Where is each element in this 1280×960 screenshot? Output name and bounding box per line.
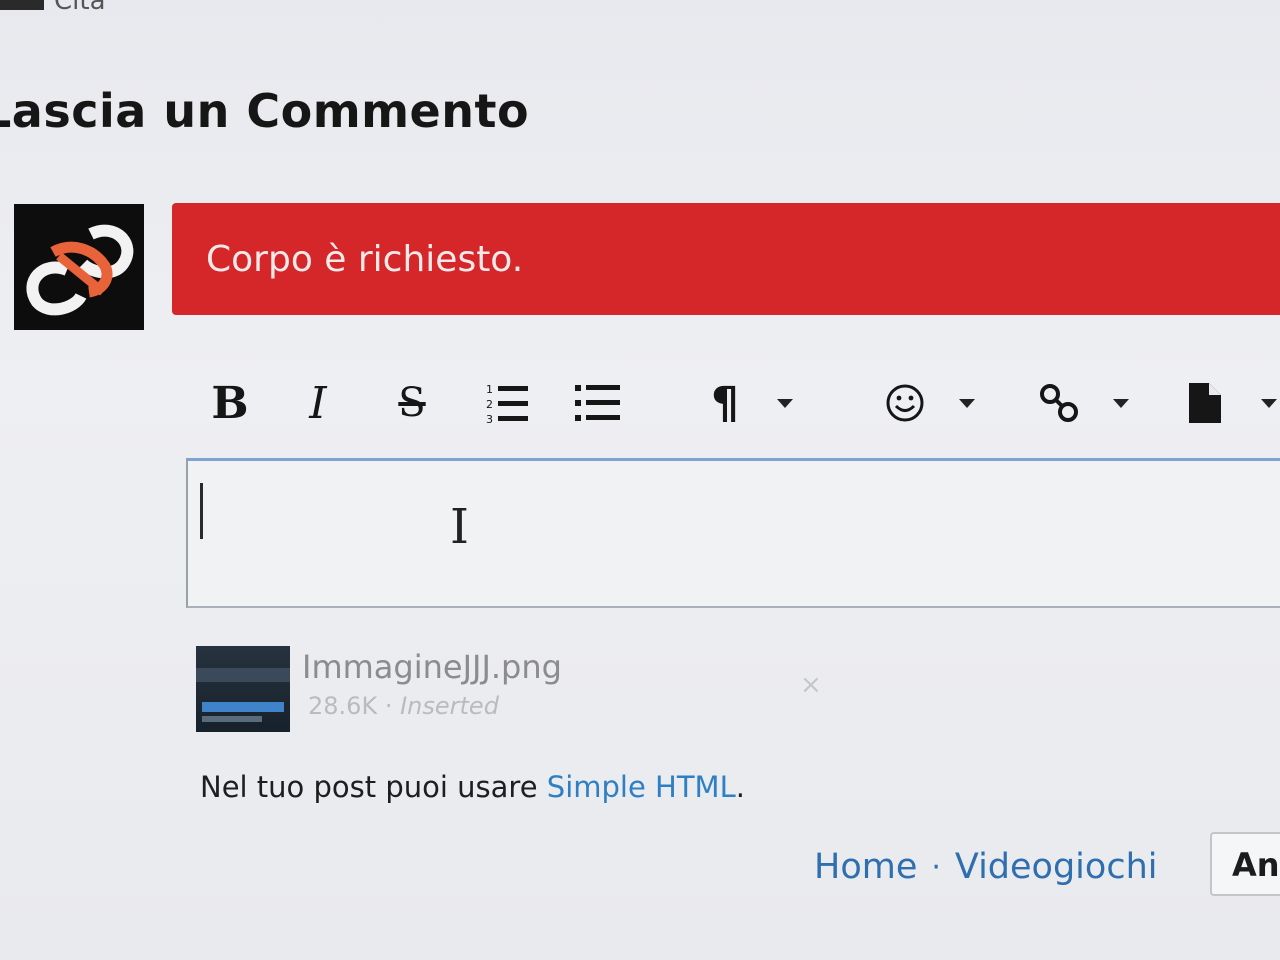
bold-button[interactable]: B <box>202 370 258 436</box>
chevron-down-icon <box>777 398 793 408</box>
paragraph-format-button[interactable]: ¶ <box>698 370 752 436</box>
svg-text:1: 1 <box>486 383 493 396</box>
ibeam-cursor-icon: I <box>450 499 469 555</box>
attachment-filename: ImmagineJJJ.png <box>302 648 562 686</box>
italic-button[interactable]: I <box>292 370 344 436</box>
quote-control[interactable]: Cita <box>0 0 106 16</box>
link-dropdown[interactable] <box>1106 370 1136 436</box>
comment-body-editor[interactable]: I <box>186 458 1280 608</box>
chevron-down-icon <box>1113 398 1129 408</box>
chevron-down-icon <box>959 398 975 408</box>
link-icon <box>1040 384 1078 422</box>
file-button[interactable] <box>1182 370 1228 436</box>
attachment-item: ImmagineJJJ.png 28.6K · Inserted × <box>196 642 836 738</box>
error-message: Corpo è richiesto. <box>206 239 524 280</box>
quote-label: Cita <box>54 0 106 16</box>
ordered-list-icon: 1 2 3 <box>486 383 528 425</box>
strikethrough-button[interactable]: S <box>384 370 440 436</box>
attachment-status: Inserted <box>400 692 499 720</box>
link-button[interactable] <box>1032 370 1086 436</box>
footer-separator: · <box>931 849 941 885</box>
language-button[interactable]: An <box>1210 832 1280 896</box>
svg-text:2: 2 <box>486 398 493 411</box>
emoji-button[interactable] <box>878 370 932 436</box>
attachment-thumbnail <box>196 646 290 732</box>
unordered-list-icon <box>575 385 620 421</box>
attachment-size: 28.6K <box>308 692 378 720</box>
text-caret <box>200 483 203 539</box>
paragraph-dropdown[interactable] <box>770 370 800 436</box>
html-note-prefix: Nel tuo post puoi usare <box>200 770 547 804</box>
chevron-down-icon <box>1261 398 1277 408</box>
language-button-label: An <box>1232 846 1280 884</box>
quote-icon <box>0 0 44 10</box>
error-alert: Corpo è richiesto. <box>172 203 1280 315</box>
html-help-note: Nel tuo post puoi usare Simple HTML. <box>200 770 745 804</box>
smiley-icon <box>886 384 924 422</box>
simple-html-link[interactable]: Simple HTML <box>547 770 736 804</box>
html-note-suffix: . <box>735 770 745 804</box>
user-avatar-logo-icon <box>26 224 134 316</box>
editor-toolbar: B I S 1 2 3 ¶ <box>196 370 1280 436</box>
footer-link-videogiochi[interactable]: Videogiochi <box>955 847 1158 887</box>
remove-attachment-button[interactable]: × <box>800 670 822 700</box>
footer-nav: Home · Videogiochi <box>814 842 1157 892</box>
attachment-meta: 28.6K · Inserted <box>308 692 499 720</box>
avatar <box>14 204 144 330</box>
footer-link-home[interactable]: Home <box>814 847 917 887</box>
file-dropdown[interactable] <box>1258 370 1280 436</box>
emoji-dropdown[interactable] <box>952 370 982 436</box>
svg-text:3: 3 <box>486 413 493 425</box>
ordered-list-button[interactable]: 1 2 3 <box>478 370 538 436</box>
file-icon <box>1189 383 1221 423</box>
comment-heading: Lascia un Commento <box>0 84 530 138</box>
unordered-list-button[interactable] <box>568 370 628 436</box>
